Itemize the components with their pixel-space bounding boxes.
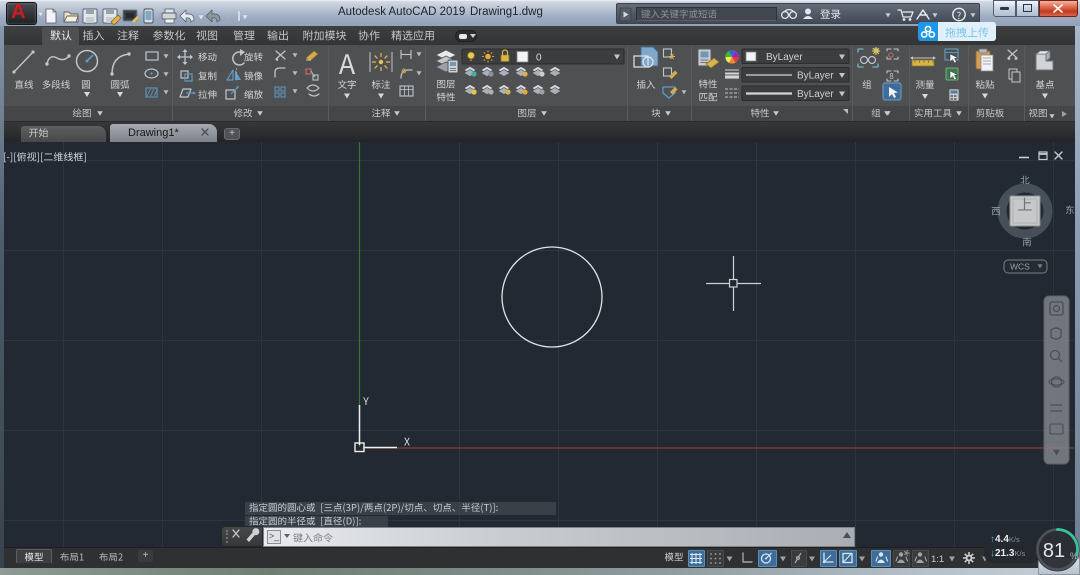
svg-text:%: % — [1070, 551, 1078, 561]
svg-text:81: 81 — [1043, 540, 1065, 562]
